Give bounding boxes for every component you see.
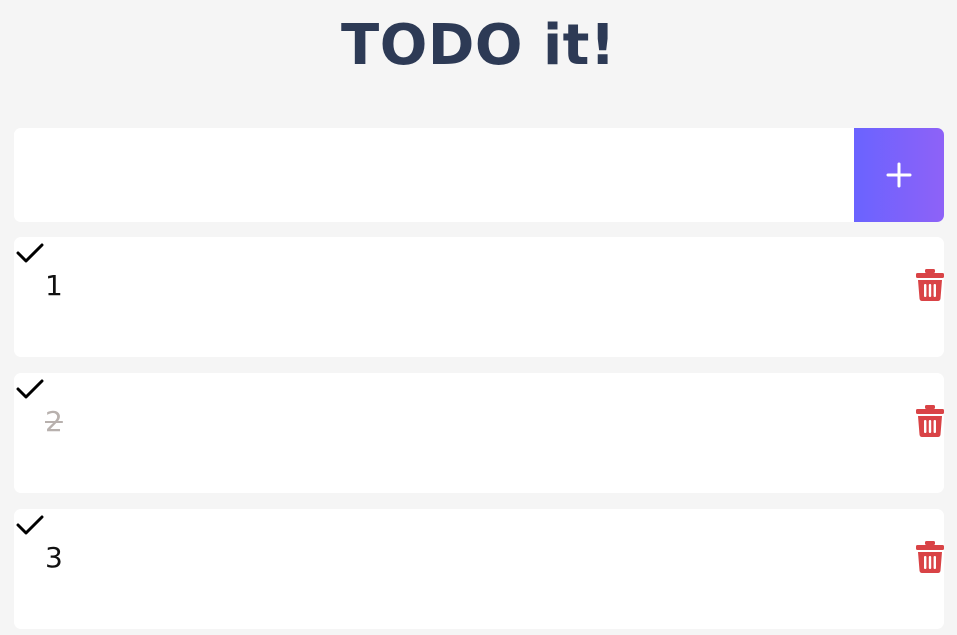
todo-item: 2 xyxy=(14,373,944,493)
check-icon[interactable] xyxy=(16,242,44,264)
todo-text[interactable]: 1 xyxy=(45,266,63,306)
page-title: TODO it! xyxy=(341,13,616,78)
check-icon[interactable] xyxy=(16,514,44,536)
new-todo-form xyxy=(14,128,944,222)
todo-list: 1 2 3 xyxy=(14,237,944,635)
todo-app: TODO it! 1 2 3 xyxy=(0,0,957,635)
check-icon[interactable] xyxy=(16,378,44,400)
plus-icon xyxy=(886,162,912,188)
todo-text[interactable]: 2 xyxy=(45,402,63,442)
todo-item: 3 xyxy=(14,509,944,629)
add-todo-button[interactable] xyxy=(854,128,944,222)
new-todo-input[interactable] xyxy=(14,128,854,222)
trash-icon[interactable] xyxy=(916,269,944,301)
todo-item: 1 xyxy=(14,237,944,357)
trash-icon[interactable] xyxy=(916,541,944,573)
trash-icon[interactable] xyxy=(916,405,944,437)
todo-text[interactable]: 3 xyxy=(45,538,63,578)
